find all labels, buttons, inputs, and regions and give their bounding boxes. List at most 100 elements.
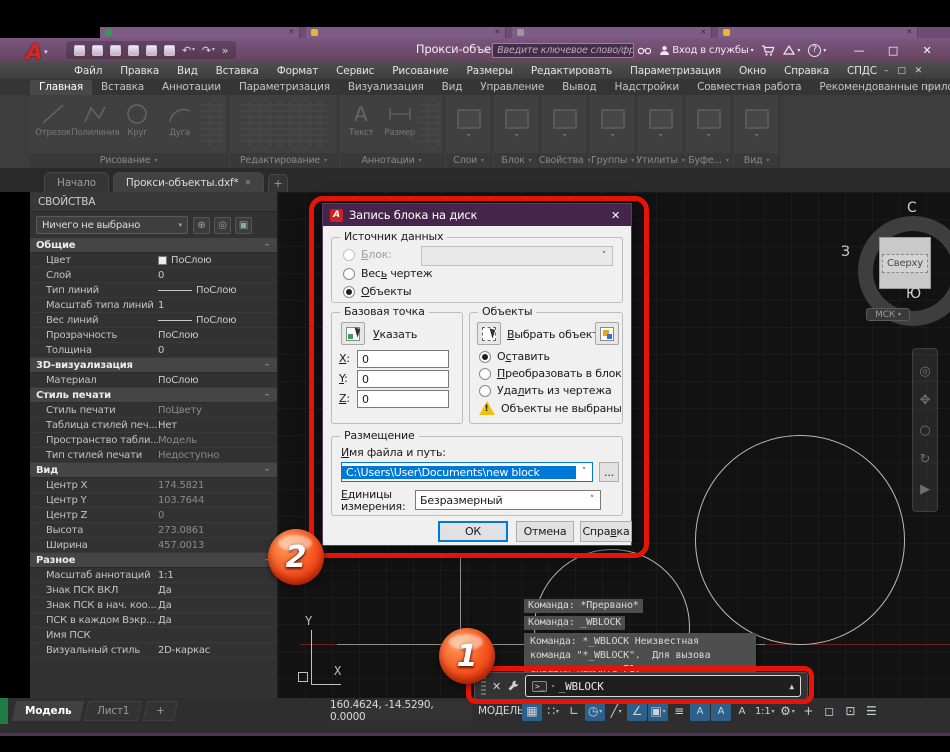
property-row[interactable]: Масштаб аннотаций1:1	[30, 568, 277, 583]
collapse-icon[interactable]: –	[265, 465, 269, 475]
property-row[interactable]: Высота273.0861	[30, 523, 277, 538]
viewcube-north-label[interactable]: С	[907, 200, 917, 216]
orbit-icon[interactable]: ↻	[920, 452, 931, 467]
menu-item-Размеры[interactable]: Размеры	[459, 65, 521, 77]
property-row[interactable]: Толщина0	[30, 343, 277, 358]
save-as-icon[interactable]	[128, 45, 139, 56]
collapse-icon[interactable]: –	[265, 240, 269, 250]
ribbon-tab[interactable]: Вид	[433, 80, 472, 95]
property-row[interactable]: МатериалПоСлою	[30, 373, 277, 388]
wcs-button[interactable]: МСК▾	[866, 308, 910, 321]
dimension-button[interactable]: Размер	[381, 98, 420, 150]
undo-icon[interactable]: ↶▾	[182, 45, 195, 56]
doc-restore-button[interactable]: □	[897, 66, 905, 76]
property-row[interactable]: Центр Z0	[30, 508, 277, 523]
selection-combo[interactable]: Ничего не выбрано ▾	[36, 216, 188, 234]
polyline-button[interactable]: Полилиния	[74, 98, 116, 150]
viewcube-top-face[interactable]: Сверху	[879, 237, 931, 289]
property-row[interactable]: Ширина457.0013	[30, 538, 277, 553]
menu-item-Формат[interactable]: Формат	[269, 65, 326, 77]
new-file-icon[interactable]	[74, 45, 85, 56]
groups-icon[interactable]: ▾	[601, 109, 625, 139]
section-header[interactable]: Вид–	[30, 463, 277, 478]
property-row[interactable]: ПСК в каждом Вэкр...Да	[30, 613, 277, 628]
block-icon[interactable]: ▾	[505, 109, 529, 139]
select-objects-icon[interactable]: ◎	[214, 217, 231, 234]
menu-item-Вид[interactable]: Вид	[169, 65, 206, 77]
isodraft-icon[interactable]: ╱▾	[606, 701, 626, 721]
utilities-icon[interactable]: ▾	[649, 109, 673, 139]
panel-caption[interactable]: Редактирование▾	[230, 153, 337, 168]
background-browser-tab[interactable]: ✕	[100, 27, 300, 38]
ribbon-tab[interactable]: Вставка	[92, 80, 153, 95]
showmotion-icon[interactable]: ▶	[920, 482, 930, 497]
close-icon[interactable]: ✕	[245, 178, 252, 187]
lineweight-icon[interactable]: ≡	[669, 701, 689, 721]
ortho-icon[interactable]: ∟	[564, 701, 584, 721]
close-icon[interactable]: ✕	[288, 29, 294, 36]
line-button[interactable]: Отрезок	[32, 98, 74, 150]
background-browser-tab[interactable]: ✕	[512, 27, 712, 38]
ribbon-tab[interactable]: Параметризация	[230, 80, 339, 95]
open-file-icon[interactable]	[92, 45, 103, 56]
file-tab[interactable]: Прокси-объекты.dxf*✕	[113, 172, 264, 192]
scale-control[interactable]: 1:1▾	[753, 701, 776, 721]
menu-item-Рисование[interactable]: Рисование	[384, 65, 456, 77]
property-row[interactable]: Тип линийПоСлою	[30, 283, 277, 298]
close-icon[interactable]: ✕	[906, 29, 912, 36]
panel-caption[interactable]: Буфе...▾	[686, 153, 731, 168]
property-row[interactable]: Центр Y103.7644	[30, 493, 277, 508]
menu-item-Вставка[interactable]: Вставка	[208, 65, 267, 77]
menu-item-СПДС[interactable]: СПДС	[839, 65, 885, 77]
help-search[interactable]: ▸ Введите ключевое слово/фразу	[484, 43, 651, 58]
property-row[interactable]: Тип стилей печатиНедоступно	[30, 448, 277, 463]
layout-tab-Модель[interactable]: Модель	[12, 701, 85, 721]
panel-caption[interactable]: Свойства▾	[542, 153, 587, 168]
qat-overflow-icon[interactable]: »	[222, 45, 229, 56]
property-row[interactable]: Таблица стилей печ...Нет	[30, 418, 277, 433]
snap-icon[interactable]: ∷▾	[543, 701, 563, 721]
section-header[interactable]: Стиль печати–	[30, 388, 277, 403]
app-menu-button[interactable]: A ▾	[26, 40, 60, 64]
circle-button[interactable]: Круг	[116, 98, 158, 150]
new-file-tab-button[interactable]: +	[268, 174, 288, 192]
layout-tab-Лист1[interactable]: Лист1	[84, 701, 143, 721]
menu-item-Файл[interactable]: Файл	[66, 65, 110, 77]
panel-caption[interactable]: Вид▾	[734, 153, 779, 168]
clean-screen-icon[interactable]: ⊡	[840, 701, 860, 721]
section-header[interactable]: 3D-визуализация–	[30, 358, 277, 373]
menu-item-Редактировать[interactable]: Редактировать	[523, 65, 620, 77]
window-maximize-button[interactable]: □	[876, 39, 910, 61]
search-binoculars-icon[interactable]	[638, 45, 651, 55]
layers-icon[interactable]: ▾	[457, 109, 481, 139]
menu-item-Параметризация[interactable]: Параметризация	[622, 65, 729, 77]
mobile-icon[interactable]	[146, 45, 157, 56]
panel-caption[interactable]: Аннотации▾	[340, 153, 443, 168]
ribbon-tab[interactable]: Главная	[30, 80, 92, 95]
navigation-bar[interactable]: ◎✥○↻▶	[912, 348, 938, 512]
doc-minimize-button[interactable]: –	[884, 66, 888, 76]
ribbon-tab[interactable]: Визуализация	[339, 80, 433, 95]
plot-icon[interactable]	[164, 45, 175, 56]
clipboard-icon[interactable]: ▾	[697, 109, 721, 139]
panel-caption[interactable]: Блок▾	[494, 153, 539, 168]
panel-caption[interactable]: Слои▾	[446, 153, 491, 168]
file-tab[interactable]: Начало	[44, 172, 109, 192]
osnap-icon[interactable]: ▣▾	[648, 701, 668, 721]
search-input[interactable]: Введите ключевое слово/фразу	[492, 43, 634, 58]
redo-icon[interactable]: ↷▾	[202, 45, 215, 56]
property-row[interactable]: Пространство табли...Модель	[30, 433, 277, 448]
osnap-tracking-icon[interactable]: ∠	[627, 701, 647, 721]
doc-close-button[interactable]: ✕	[915, 66, 922, 76]
property-row[interactable]: Масштаб типа линий1	[30, 298, 277, 313]
menu-icon[interactable]: ☰	[861, 701, 881, 721]
panel-caption[interactable]: Группы▾	[590, 153, 635, 168]
window-minimize-button[interactable]: —	[842, 39, 876, 61]
ribbon-tab[interactable]: Надстройки	[606, 80, 689, 95]
property-row[interactable]: ЦветПоСлою	[30, 253, 277, 268]
save-icon[interactable]	[110, 45, 121, 56]
menu-item-Правка[interactable]: Правка	[112, 65, 167, 77]
ribbon-tab[interactable]: Управление	[471, 80, 553, 95]
annotation-scale-icon[interactable]: A	[732, 701, 752, 721]
new-layout-button[interactable]: +	[143, 701, 178, 721]
